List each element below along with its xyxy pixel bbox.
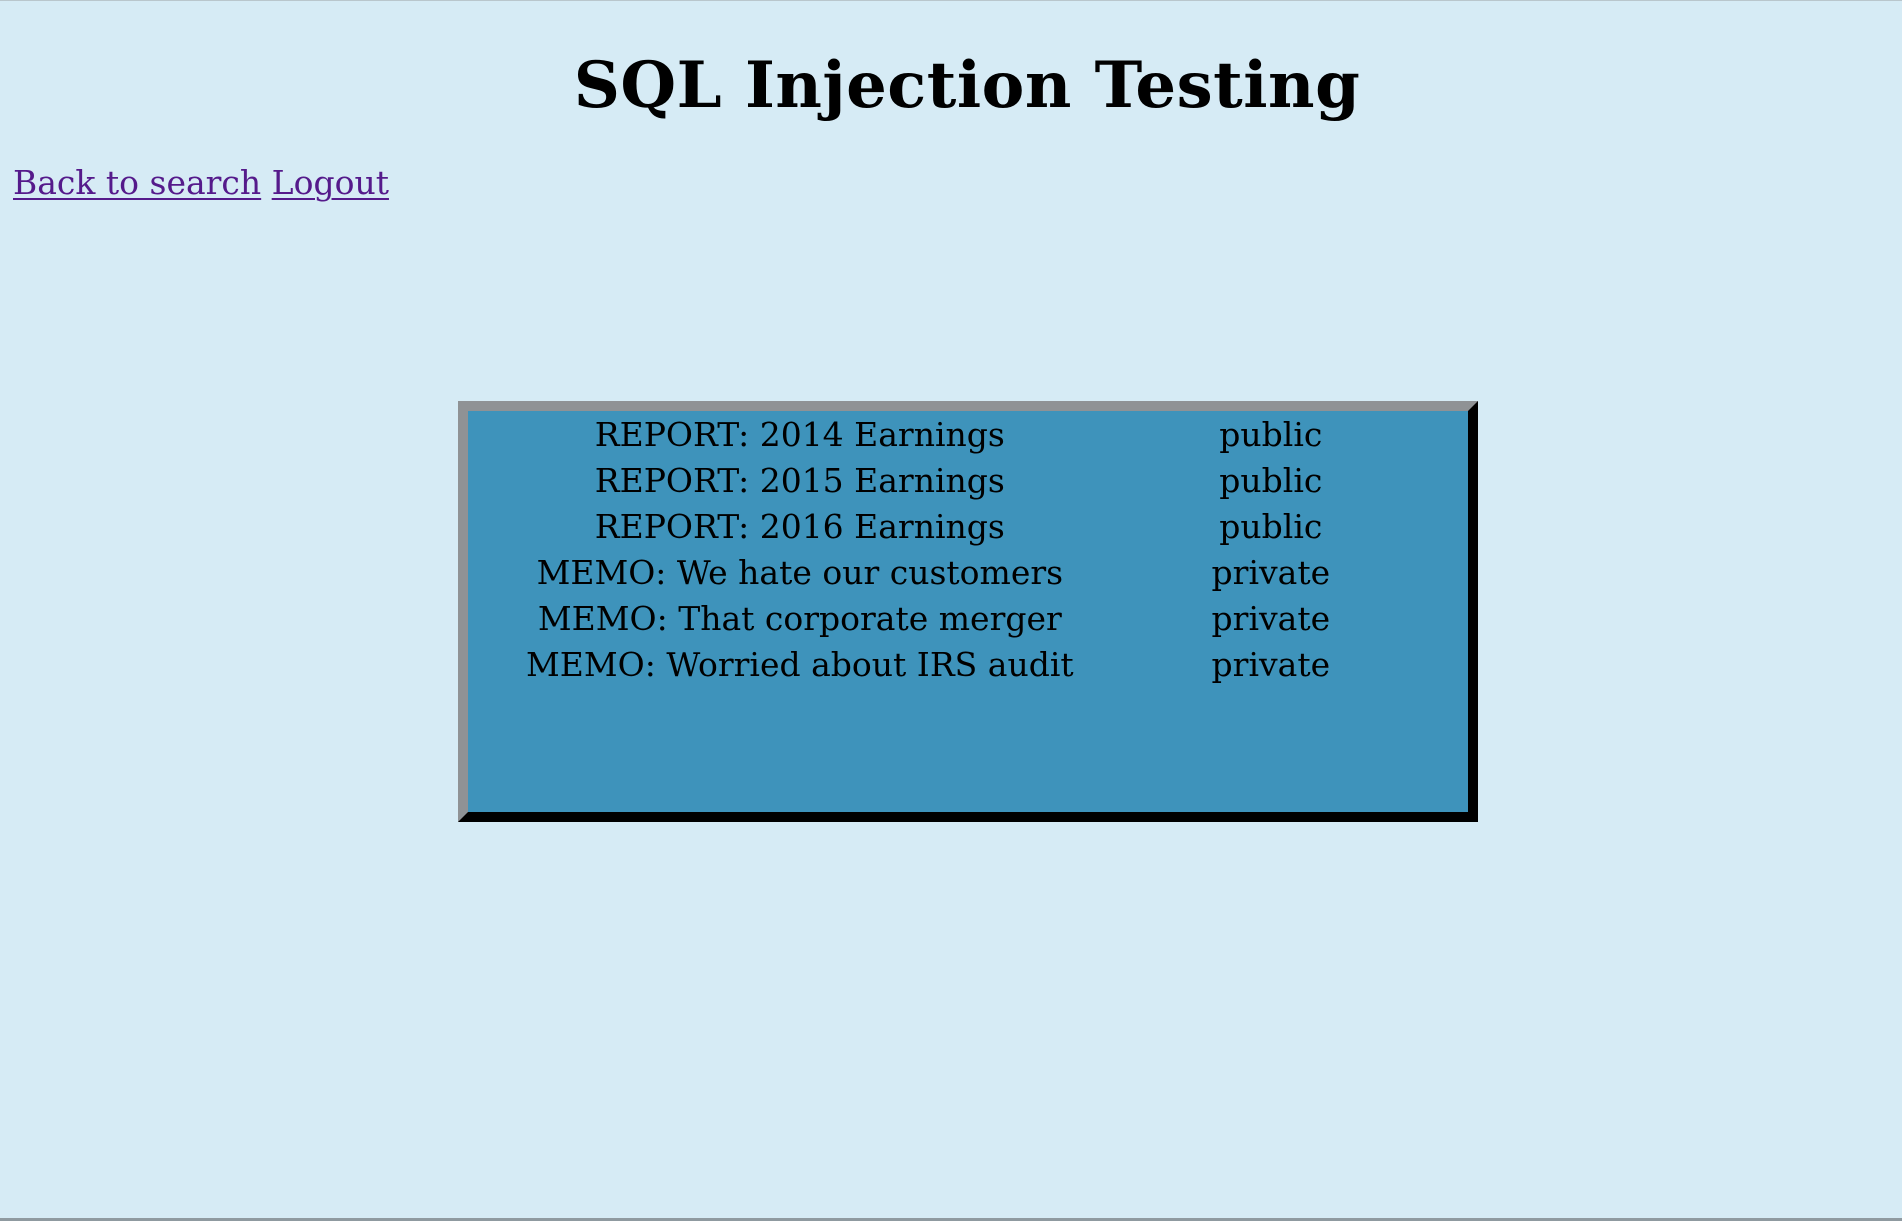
document-title-cell: MEMO: That corporate merger <box>537 598 1062 638</box>
page-title: SQL Injection Testing <box>573 48 1361 123</box>
nav-links: Back to search Logout <box>13 161 389 205</box>
table-row: MEMO: That corporate merger private <box>526 595 1468 641</box>
results-table: REPORT: 2014 Earnings public REPORT: 201… <box>526 411 1468 687</box>
logout-link[interactable]: Logout <box>272 163 389 202</box>
back-to-search-link[interactable]: Back to search <box>13 163 261 202</box>
table-row: MEMO: We hate our customers private <box>526 549 1468 595</box>
document-title-cell: REPORT: 2016 Earnings <box>594 506 1005 546</box>
table-row: MEMO: Worried about IRS audit private <box>526 641 1468 687</box>
visibility-cell: public <box>1219 414 1323 454</box>
results-panel: REPORT: 2014 Earnings public REPORT: 201… <box>458 401 1478 822</box>
visibility-cell: private <box>1211 598 1331 638</box>
visibility-cell: private <box>1211 644 1331 684</box>
visibility-cell: private <box>1211 552 1331 592</box>
visibility-cell: public <box>1219 506 1323 546</box>
table-row: REPORT: 2014 Earnings public <box>526 411 1468 457</box>
document-title-cell: MEMO: We hate our customers <box>536 552 1064 592</box>
document-title-cell: MEMO: Worried about IRS audit <box>526 644 1074 684</box>
document-title-cell: REPORT: 2014 Earnings <box>594 414 1005 454</box>
table-row: REPORT: 2016 Earnings public <box>526 503 1468 549</box>
document-title-cell: REPORT: 2015 Earnings <box>594 460 1005 500</box>
visibility-cell: public <box>1219 460 1323 500</box>
table-row: REPORT: 2015 Earnings public <box>526 457 1468 503</box>
